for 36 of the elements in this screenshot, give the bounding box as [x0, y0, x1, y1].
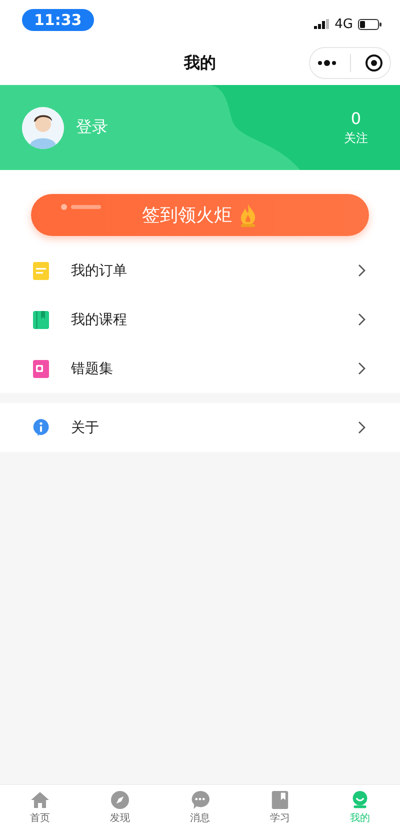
network-label: 4G [334, 16, 353, 32]
chevron-icon [358, 421, 366, 434]
compass-icon [110, 791, 130, 809]
tab[interactable]: 发现 [80, 785, 160, 829]
book-icon [271, 791, 289, 809]
home-icon [30, 791, 50, 809]
chevron-icon [358, 362, 366, 375]
follow-count: 0 [350, 108, 362, 128]
close-target-icon[interactable] [365, 54, 384, 72]
signal-icon [314, 19, 330, 29]
info-icon [33, 419, 49, 436]
user-icon [351, 791, 369, 809]
tab[interactable]: 学习 [240, 785, 320, 829]
follow-label: 关注 [344, 130, 368, 146]
tab[interactable]: 首页 [0, 785, 80, 829]
chevron-icon [358, 264, 366, 277]
menu-item[interactable]: 关于 [0, 403, 400, 452]
status-time: 11:33 [22, 9, 94, 31]
menu-label: 错题集 [71, 360, 114, 378]
menu-label: 我的订单 [71, 262, 128, 280]
book-icon [33, 310, 49, 328]
battery-icon [358, 18, 382, 30]
tab[interactable]: 消息 [160, 785, 240, 829]
flame-icon [238, 203, 258, 227]
shine-icon [61, 204, 101, 210]
chevron-icon [358, 313, 366, 326]
menu-item[interactable]: 错题集 [0, 344, 400, 393]
menu-label: 关于 [71, 418, 100, 436]
album-icon [33, 360, 49, 378]
menu-item[interactable]: 我的课程 [0, 295, 400, 344]
more-icon[interactable] [316, 60, 337, 66]
menu-label: 我的课程 [71, 310, 128, 328]
note-icon [33, 262, 49, 280]
chat-bubble-icon [190, 791, 210, 809]
page-title: 我的 [182, 53, 217, 74]
menu-item[interactable]: 我的订单 [0, 246, 400, 295]
